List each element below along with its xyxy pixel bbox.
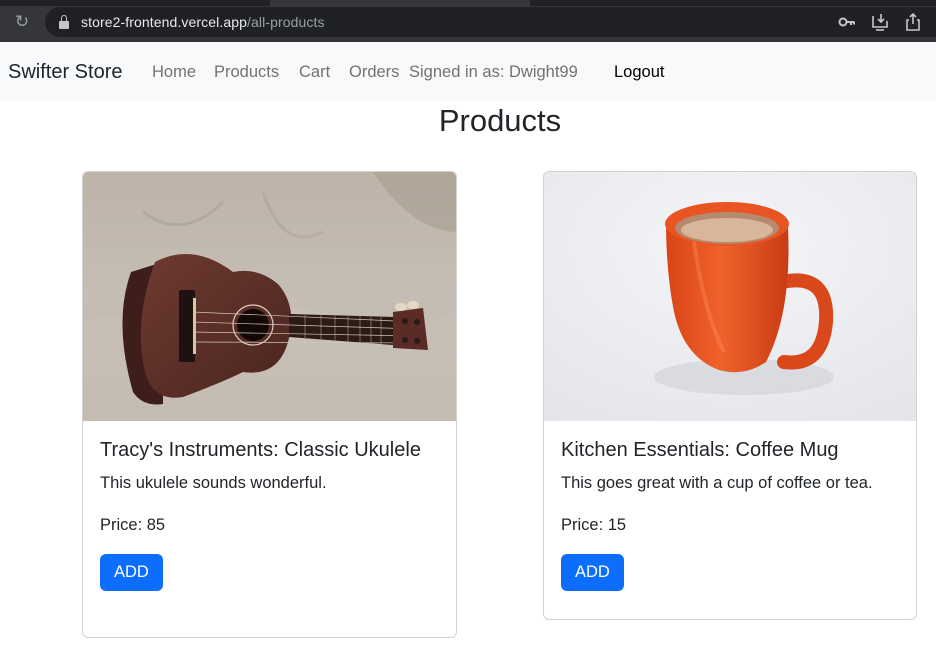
tab-strip (0, 0, 936, 6)
add-to-cart-button[interactable]: ADD (100, 554, 163, 591)
product-title: Kitchen Essentials: Coffee Mug (561, 439, 839, 461)
product-description: This ukulele sounds wonderful. (100, 474, 327, 492)
product-price: Price: 85 (100, 516, 166, 534)
browser-toolbar: ↻ store2-frontend.vercel.app/all-product… (0, 0, 936, 42)
active-tab-edge (270, 0, 530, 6)
card-body: Kitchen Essentials: Coffee Mug This goes… (544, 421, 916, 608)
product-title: Tracy's Instruments: Classic Ukulele (100, 439, 421, 461)
url-host: store2-frontend.vercel.app (81, 14, 248, 30)
page-title: Products (438, 103, 562, 138)
coffee-mug-image (544, 172, 916, 421)
brand-link[interactable]: Swifter Store (8, 61, 122, 84)
product-image-coffee-mug (544, 172, 916, 421)
share-icon[interactable] (903, 12, 923, 32)
product-card: Kitchen Essentials: Coffee Mug This goes… (543, 171, 917, 620)
nav-link-cart[interactable]: Cart (299, 63, 330, 82)
url-text[interactable]: store2-frontend.vercel.app/all-products (81, 14, 325, 30)
browser-actions (837, 12, 936, 32)
url-path: /all-products (247, 14, 325, 30)
key-icon[interactable] (837, 12, 857, 32)
reload-icon[interactable]: ↻ (12, 12, 32, 32)
product-description: This goes great with a cup of coffee or … (561, 474, 873, 492)
card-body: Tracy's Instruments: Classic Ukulele Thi… (83, 421, 456, 608)
product-card: Tracy's Instruments: Classic Ukulele Thi… (82, 171, 457, 638)
address-bar[interactable]: store2-frontend.vercel.app/all-products (45, 7, 936, 37)
nav-link-products[interactable]: Products (214, 63, 279, 82)
add-to-cart-button[interactable]: ADD (561, 554, 624, 591)
signed-in-text: Signed in as: Dwight99 (409, 63, 578, 81)
product-price: Price: 15 (561, 516, 627, 534)
logout-link[interactable]: Logout (614, 63, 664, 82)
ukulele-image (83, 172, 456, 421)
nav-link-orders[interactable]: Orders (349, 63, 399, 82)
navbar: Swifter Store Home Products Cart Orders … (0, 42, 936, 101)
lock-icon[interactable] (59, 15, 69, 29)
product-image-ukulele (83, 172, 456, 421)
nav-link-home[interactable]: Home (152, 63, 196, 82)
install-app-icon[interactable] (870, 12, 890, 32)
